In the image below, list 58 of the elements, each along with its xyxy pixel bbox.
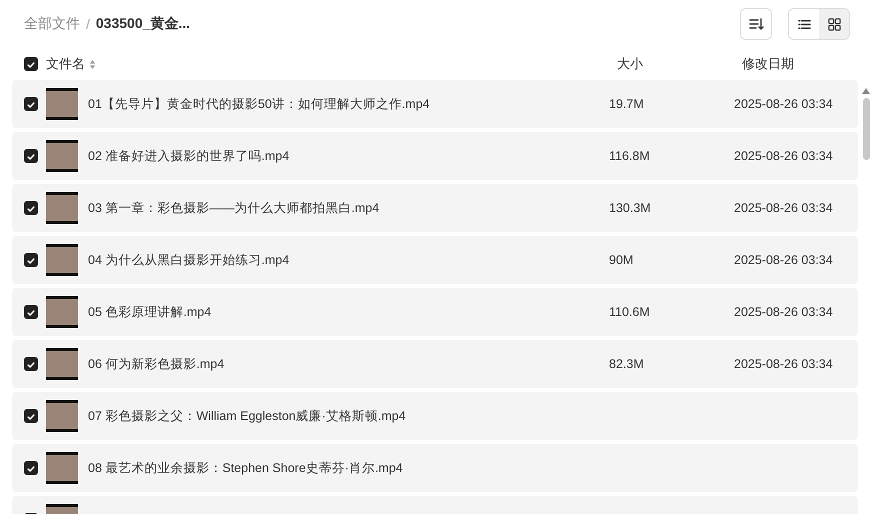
file-row[interactable]: 05 色彩原理讲解.mp4 110.6M 2025-08-26 03:34 (12, 288, 858, 336)
file-name: 06 何为新彩色摄影.mp4 (88, 356, 224, 372)
file-size: 90M (609, 253, 634, 267)
file-name: 02 准备好进入摄影的世界了吗.mp4 (88, 148, 290, 164)
modified-date: 2025-08-26 03:34 (734, 201, 833, 215)
file-row[interactable]: 01【先导片】黄金时代的摄影50讲：如何理解大师之作.mp4 19.7M 2025-08-26 03:34 (12, 80, 858, 128)
file-name: 01【先导片】黄金时代的摄影50讲：如何理解大师之作.mp4 (88, 96, 430, 112)
file-size: 19.7M (609, 97, 644, 111)
breadcrumb-separator: / (86, 16, 90, 32)
video-thumbnail (46, 400, 78, 432)
sort-button[interactable] (740, 8, 772, 40)
checkbox[interactable] (24, 97, 38, 111)
modified-date: 2025-08-26 03:34 (734, 97, 833, 111)
file-size: 110.6M (609, 305, 650, 319)
file-name: 08 最艺术的业余摄影：Stephen Shore史蒂芬·肖尔.mp4 (88, 460, 403, 476)
file-size: 82.3M (609, 357, 644, 371)
modified-date: 2025-08-26 03:34 (734, 149, 833, 163)
video-thumbnail (46, 296, 78, 328)
scroll-up-icon[interactable] (862, 88, 870, 94)
file-size: 116.8M (609, 149, 650, 163)
video-thumbnail (46, 192, 78, 224)
modified-date: 2025-08-26 03:34 (734, 305, 833, 319)
file-size: 130.3M (609, 201, 651, 215)
checkbox[interactable] (24, 253, 38, 267)
video-thumbnail (46, 348, 78, 380)
video-thumbnail (46, 244, 78, 276)
scrollbar-thumb[interactable] (862, 98, 870, 160)
checkbox[interactable] (24, 57, 38, 71)
checkbox[interactable] (24, 409, 38, 423)
breadcrumb-item[interactable]: 033500_黄金... (96, 15, 190, 33)
column-header[interactable]: 文件名 (46, 55, 96, 73)
file-row[interactable]: 06 何为新彩色摄影.mp4 82.3M 2025-08-26 03:34 (12, 340, 858, 388)
sort-arrows-icon (89, 58, 96, 70)
video-thumbnail (46, 140, 78, 172)
file-name: 04 为什么从黑白摄影开始练习.mp4 (88, 252, 290, 268)
sort-icon (748, 16, 764, 32)
file-row[interactable]: 03 第一章：彩色摄影——为什么大师都拍黑白.mp4 130.3M 2025-08-26 03:34 (12, 184, 858, 232)
column-header: 修改日期 (742, 56, 794, 71)
column-header: 大小 (617, 56, 643, 71)
video-thumbnail (46, 452, 78, 484)
checkbox[interactable] (24, 357, 38, 371)
breadcrumb-item[interactable]: 全部文件 (24, 15, 80, 33)
file-name: 07 彩色摄影之父：William Eggleston威廉·艾格斯顿.mp4 (88, 408, 406, 424)
checkbox[interactable] (24, 461, 38, 475)
grid-icon (826, 16, 842, 32)
checkbox[interactable] (24, 305, 38, 319)
modified-date: 2025-08-26 03:34 (734, 357, 833, 371)
file-name: 03 第一章：彩色摄影——为什么大师都拍黑白.mp4 (88, 200, 380, 216)
modified-date: 2025-08-26 03:34 (734, 253, 833, 267)
file-row[interactable]: 04 为什么从黑白摄影开始练习.mp4 90M 2025-08-26 03:34 (12, 236, 858, 284)
file-row[interactable]: 07 彩色摄影之父：William Eggleston威廉·艾格斯顿.mp4 (12, 392, 858, 440)
file-row[interactable]: 08 最艺术的业余摄影：Stephen Shore史蒂芬·肖尔.mp4 (12, 444, 858, 492)
list-view-button[interactable] (789, 9, 819, 39)
checkbox[interactable] (24, 201, 38, 215)
video-thumbnail (46, 88, 78, 120)
file-name: 05 色彩原理讲解.mp4 (88, 304, 212, 320)
file-row[interactable]: 02 准备好进入摄影的世界了吗.mp4 116.8M 2025-08-26 03:34 (12, 132, 858, 180)
checkbox[interactable] (24, 149, 38, 163)
